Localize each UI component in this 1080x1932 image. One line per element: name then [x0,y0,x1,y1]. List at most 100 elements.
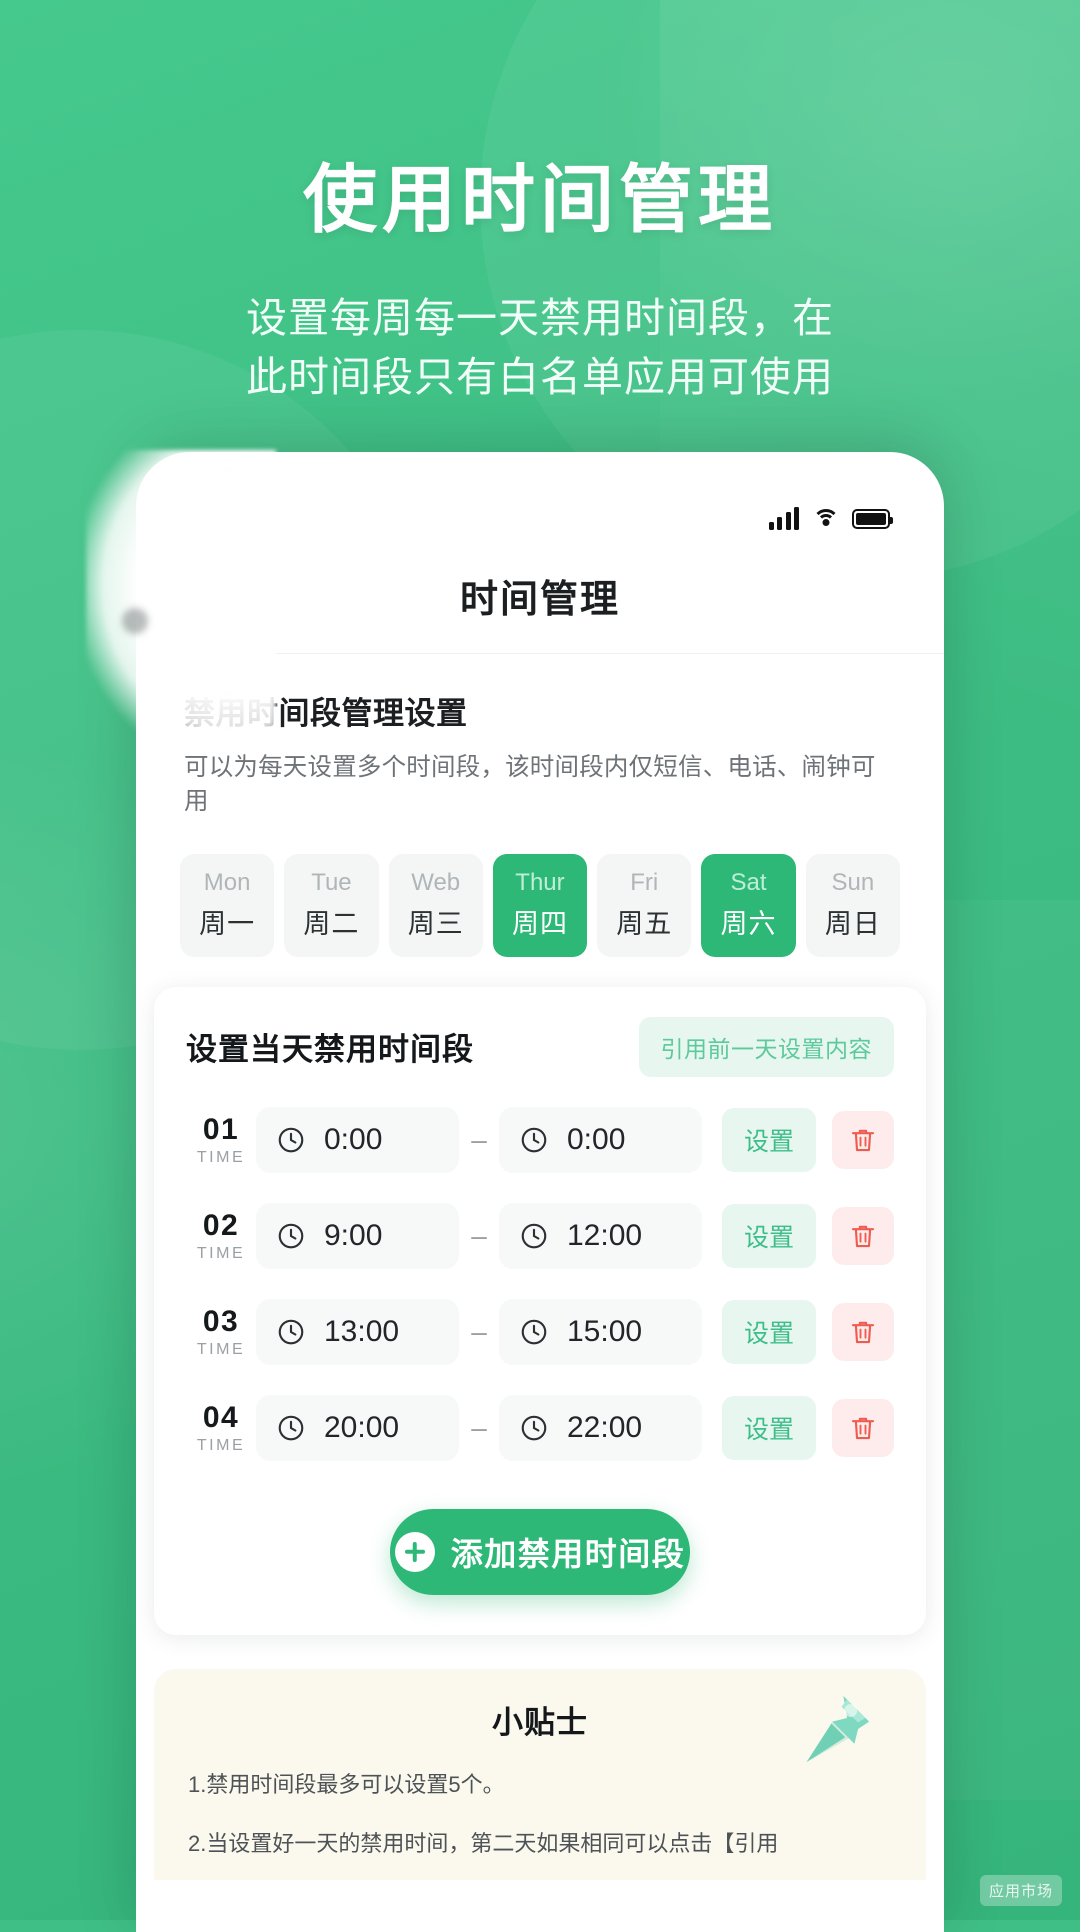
day-tab-en: Sat [730,868,767,896]
page-subtitle-line-2: 此时间段只有白名单应用可使用 [246,354,834,401]
day-tab-cn: 周一 [199,908,256,939]
day-tab-cn: 周五 [616,908,673,939]
add-time-range-label: 添加禁用时间段 [450,1535,686,1572]
time-range-row: 02 TIME 9:00 – 12:00 设置 [186,1202,895,1269]
set-time-button[interactable]: 设置 [722,1299,817,1364]
day-tab-mon[interactable]: Mon 周一 [180,853,275,957]
trash-icon [851,1417,875,1439]
clock-icon [521,1223,547,1248]
day-tab-tue[interactable]: Tue 周二 [284,853,379,957]
time-range-index: 01 TIME [186,1113,256,1167]
tips-title: 小贴士 [492,1704,588,1740]
time-range-index-number: 03 [202,1304,240,1338]
section-title: 禁用时间段管理设置 [184,696,468,731]
time-range-separator: – [471,1123,487,1155]
time-range-index: 02 TIME [186,1209,256,1263]
clock-icon [278,1127,304,1152]
end-time-field[interactable]: 22:00 [499,1394,702,1461]
phone-mockup: 9:41 时间管理 禁用时间段管理设置 可以为每天设置多个时间段，该时间段内仅短… [136,452,944,1932]
clock-icon [278,1415,304,1440]
pushpin-icon [806,1695,870,1762]
page-subtitle-line-1: 设置每周每一天禁用时间段，在 [246,295,834,341]
delete-time-range-button[interactable] [832,1110,895,1169]
delete-time-range-button[interactable] [832,1398,895,1457]
end-time-field[interactable]: 0:00 [499,1106,702,1173]
end-time-value: 0:00 [567,1122,626,1156]
day-tab-fri[interactable]: Fri 周五 [597,853,692,957]
trash-icon [851,1225,875,1247]
add-time-range-button[interactable]: 添加禁用时间段 [390,1508,690,1595]
day-tab-en: Thur [515,868,565,896]
nav-title: 时间管理 [459,579,620,621]
tips-card: 小贴士 1.禁用时间段最多可以设置5个。 2.当设置好一天的禁用时间，第二天如果… [154,1668,926,1880]
time-range-separator: – [471,1219,487,1251]
day-tab-sat[interactable]: Sat 周六 [701,853,796,957]
time-range-index: 03 TIME [186,1305,256,1359]
delete-time-range-button[interactable] [832,1206,895,1265]
schedule-card-header: 设置当天禁用时间段 引用前一天设置内容 [186,1016,894,1077]
start-time-field[interactable]: 13:00 [256,1298,459,1365]
time-range-index-label: TIME [196,1148,246,1166]
day-tab-thur[interactable]: Thur 周四 [492,853,588,957]
time-range-row: 04 TIME 20:00 – 22:00 设置 [186,1394,895,1461]
day-tab-en: Sun [831,868,875,896]
day-tab-cn: 周二 [303,908,360,939]
set-time-button[interactable]: 设置 [722,1107,817,1172]
end-time-value: 12:00 [567,1218,643,1252]
set-time-button[interactable]: 设置 [722,1203,817,1268]
day-tab-en: Fri [630,868,659,896]
clock-icon [278,1223,304,1248]
time-range-list: 01 TIME 0:00 – 0:00 设置 02 TIME 9:00 – 12:00 设置 03 TIM… [186,1106,895,1461]
watermark: 应用市场 [979,1875,1062,1906]
time-range-index: 04 TIME [186,1401,256,1455]
trash-icon [851,1129,875,1151]
end-time-value: 22:00 [567,1410,643,1444]
time-range-separator: – [471,1411,487,1443]
clock-icon [521,1319,547,1344]
schedule-card: 设置当天禁用时间段 引用前一天设置内容 01 TIME 0:00 – 0:00 设置 02 T… [154,986,926,1635]
copy-previous-day-button[interactable]: 引用前一天设置内容 [638,1016,894,1077]
status-bar-time: 9:41 [196,500,265,537]
day-tab-cn: 周六 [720,908,777,939]
clock-icon [521,1415,547,1440]
schedule-card-title: 设置当天禁用时间段 [186,1032,474,1068]
clock-icon [278,1319,304,1344]
start-time-value: 9:00 [324,1218,383,1252]
hero-section: 使用时间管理 设置每周每一天禁用时间段，在 此时间段只有白名单应用可使用 [0,0,1080,408]
delete-time-range-button[interactable] [832,1302,895,1361]
time-range-index-number: 01 [202,1112,240,1146]
end-time-field[interactable]: 12:00 [499,1202,702,1269]
page-title: 使用时间管理 [303,158,777,241]
start-time-field[interactable]: 9:00 [256,1202,459,1269]
day-tabs: Mon 周一 Tue 周二 Web 周三 Thur 周四 Fri 周五 Sat 周六 Sun 周日 [136,820,944,957]
day-tab-cn: 周日 [824,908,881,939]
end-time-field[interactable]: 15:00 [499,1298,702,1365]
time-range-index-label: TIME [196,1436,246,1454]
time-range-index-label: TIME [196,1340,246,1358]
page-subtitle: 设置每周每一天禁用时间段，在 此时间段只有白名单应用可使用 [0,289,1080,408]
set-time-button[interactable]: 设置 [722,1395,817,1460]
time-range-index-label: TIME [196,1244,246,1262]
status-bar-indicators [768,507,893,530]
clock-icon [521,1127,547,1152]
status-bar: 9:41 [136,452,944,538]
start-time-field[interactable]: 0:00 [256,1106,459,1173]
section-header: 禁用时间段管理设置 可以为每天设置多个时间段，该时间段内仅短信、电话、闹钟可用 [136,654,944,820]
time-range-row: 01 TIME 0:00 – 0:00 设置 [186,1106,895,1173]
day-tab-en: Web [411,868,461,896]
time-range-separator: – [471,1315,487,1347]
day-tab-web[interactable]: Web 周三 [388,853,483,957]
time-range-index-number: 04 [202,1400,240,1434]
battery-icon [852,509,893,529]
time-range-row: 03 TIME 13:00 – 15:00 设置 [186,1298,895,1365]
start-time-value: 13:00 [324,1314,400,1348]
section-description: 可以为每天设置多个时间段，该时间段内仅短信、电话、闹钟可用 [184,754,876,816]
day-tab-sun[interactable]: Sun 周日 [805,853,900,957]
day-tab-cn: 周四 [511,908,568,939]
tips-line-1: 1.禁用时间段最多可以设置5个。 [188,1771,505,1797]
day-tab-cn: 周三 [407,908,464,939]
signal-bars-icon [768,507,799,530]
start-time-value: 0:00 [324,1122,383,1156]
day-tab-en: Tue [311,868,352,896]
start-time-field[interactable]: 20:00 [256,1394,459,1461]
